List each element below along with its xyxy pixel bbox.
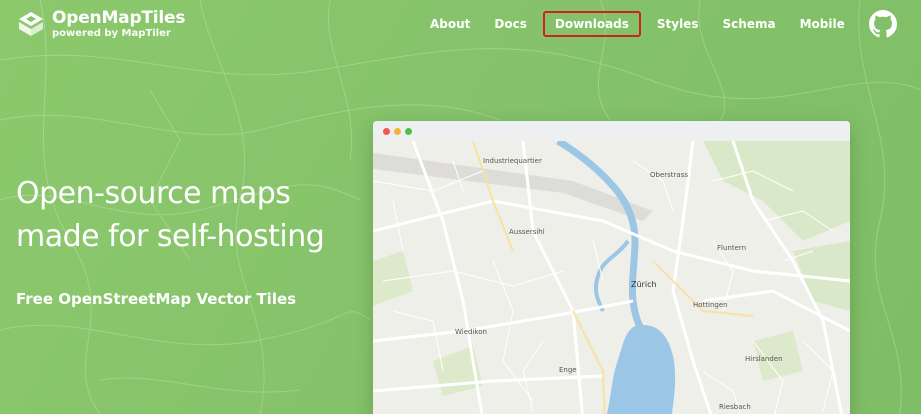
github-icon[interactable] [868, 10, 897, 38]
brand-subtitle: powered by MapTiler [52, 28, 171, 39]
map-label-hirslanden: Hirslanden [745, 355, 783, 363]
map-view[interactable]: Industriequartier Oberstrass Aussersihl … [373, 141, 850, 414]
map-label-industriequartier: Industriequartier [483, 157, 542, 165]
window-titlebar [373, 121, 850, 141]
openmaptiles-logo-icon [19, 12, 43, 36]
hero-title-line-2: made for self-hosting [16, 219, 325, 254]
map-label-riesbach: Riesbach [719, 403, 751, 411]
map-label-zurich: Zürich [631, 280, 657, 289]
map-label-wiedikon: Wiedikon [455, 328, 487, 336]
nav-mobile[interactable]: Mobile [788, 12, 857, 36]
hero-title-line-1: Open-source maps [16, 176, 291, 211]
window-maximize-dot [405, 127, 412, 135]
nav-styles[interactable]: Styles [645, 12, 711, 36]
hero-title: Open-source maps made for self-hosting [16, 172, 325, 258]
hero-subtitle: Free OpenStreetMap Vector Tiles [16, 290, 297, 308]
map-label-oberstrass: Oberstrass [650, 171, 688, 179]
nav-schema[interactable]: Schema [711, 12, 788, 36]
map-label-enge: Enge [559, 366, 577, 374]
map-canvas [373, 141, 850, 414]
nav-downloads[interactable]: Downloads [542, 11, 641, 37]
window-minimize-dot [394, 127, 401, 135]
top-nav: About Docs Downloads Styles Schema Mobil… [418, 10, 897, 38]
page: OpenMapTiles powered by MapTiler About D… [0, 0, 921, 414]
brand-title: OpenMapTiles [52, 8, 186, 28]
nav-about[interactable]: About [418, 12, 482, 36]
nav-docs[interactable]: Docs [482, 12, 538, 36]
map-label-hottingen: Hottingen [693, 301, 728, 309]
window-close-dot [383, 127, 390, 135]
map-preview-window: Industriequartier Oberstrass Aussersihl … [373, 121, 850, 414]
map-label-fluntern: Fluntern [717, 244, 747, 252]
map-label-aussersihl: Aussersihl [509, 228, 545, 236]
brand-logo[interactable]: OpenMapTiles powered by MapTiler [16, 8, 186, 40]
